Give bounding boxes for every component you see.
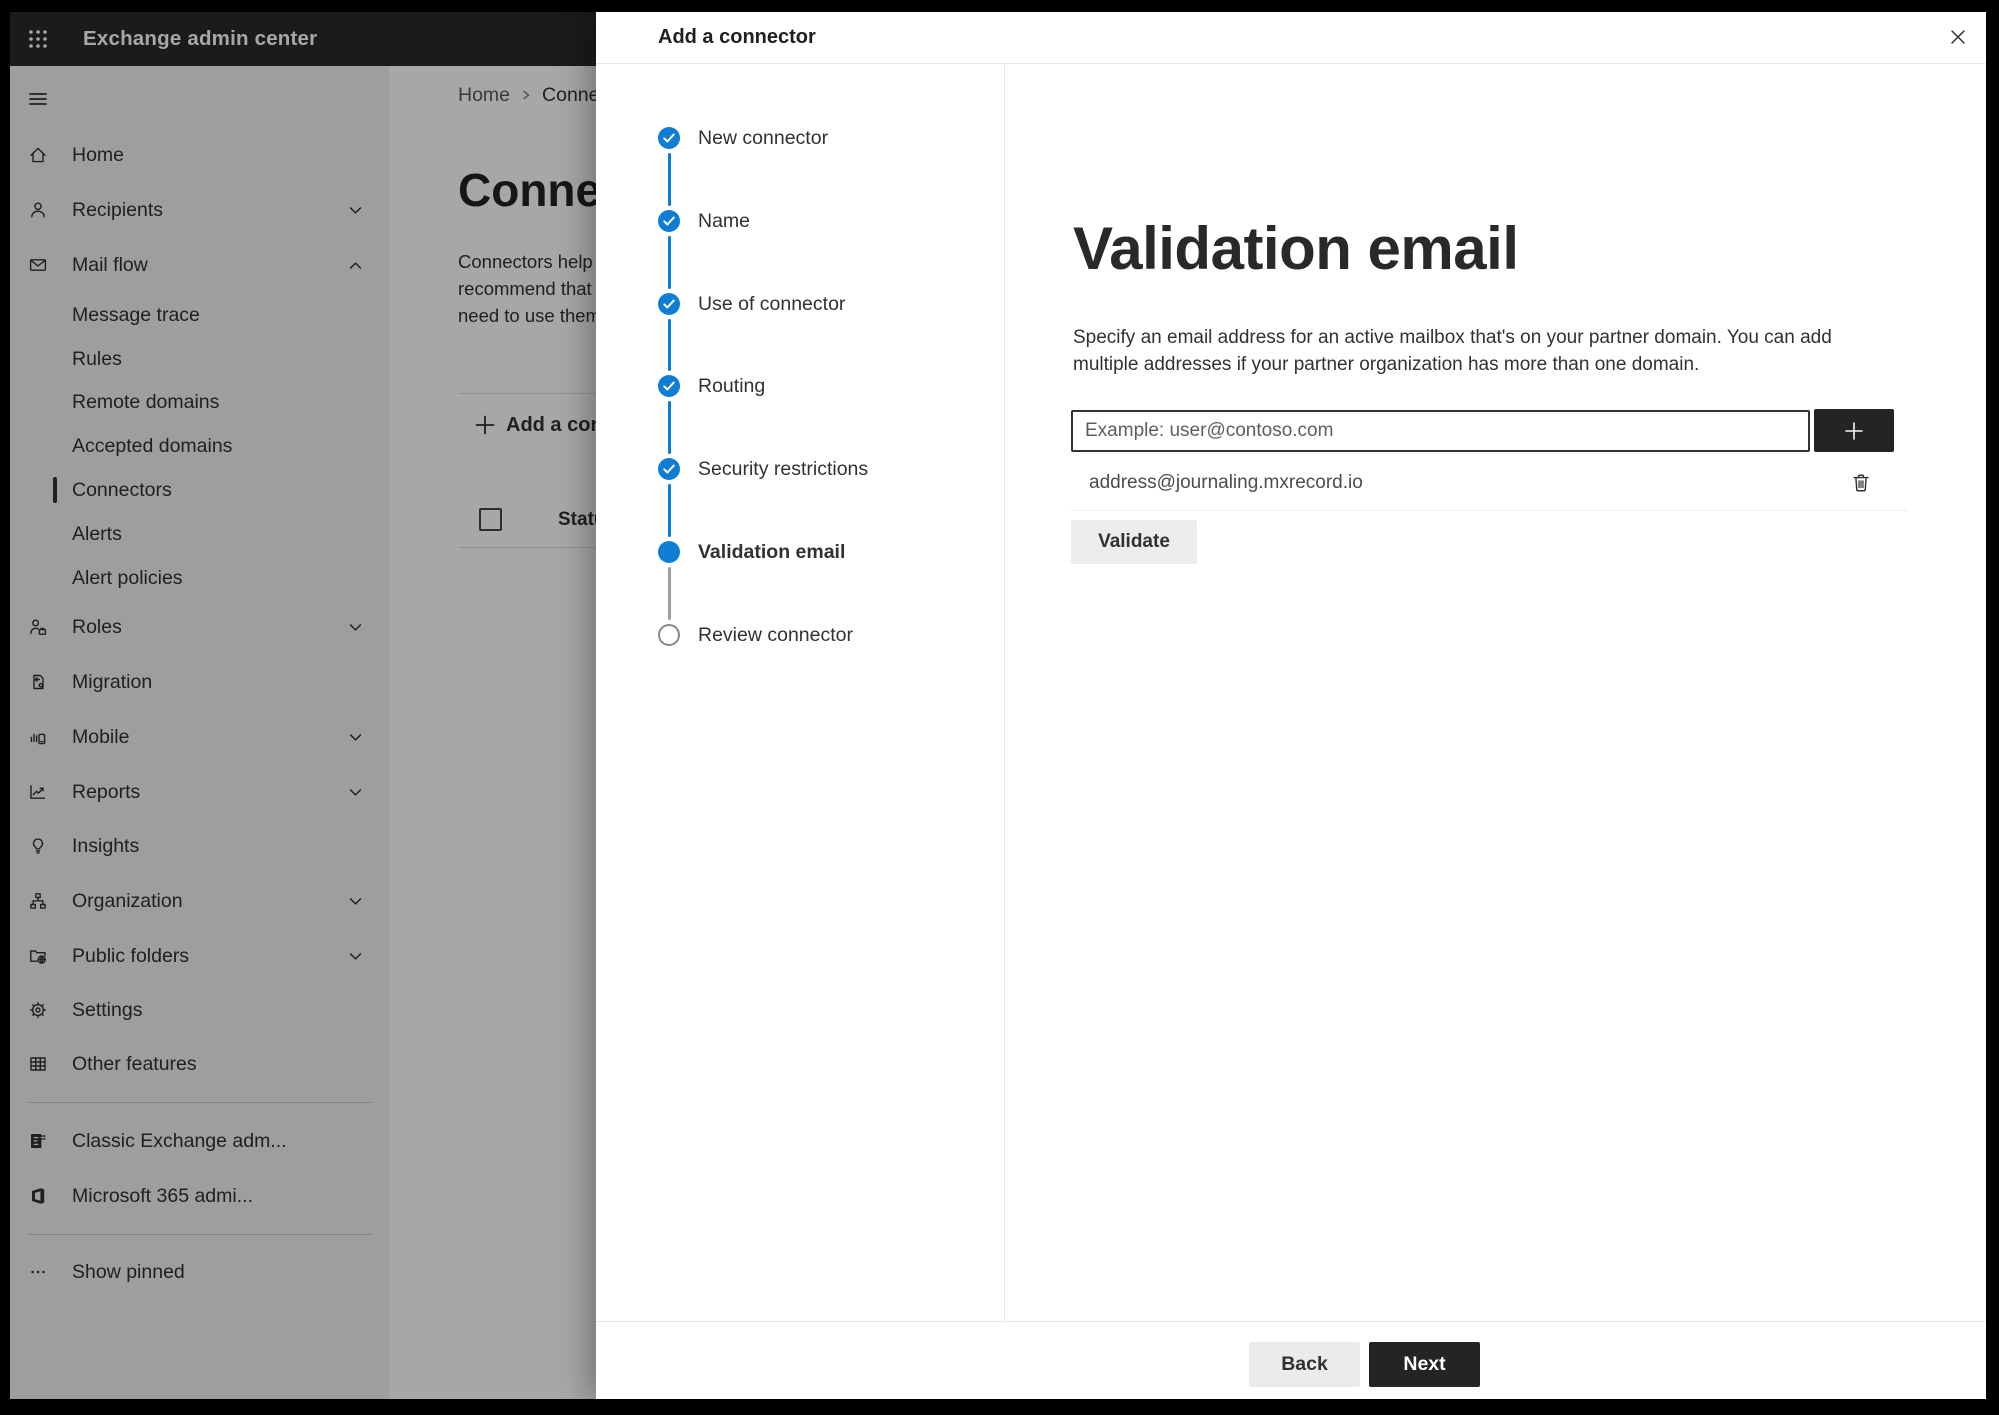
wizard-step-new-connector[interactable]: New connector bbox=[698, 124, 828, 152]
step-connector-line bbox=[667, 567, 671, 620]
step-description: Specify an email address for an active m… bbox=[1073, 324, 1832, 378]
wizard-step-content: Validation email Specify an email addres… bbox=[1005, 64, 1986, 1322]
plus-icon bbox=[1843, 420, 1865, 442]
step-circle-completed[interactable] bbox=[658, 375, 680, 397]
step-connector-line bbox=[667, 236, 671, 289]
modal-footer: Back Next bbox=[596, 1321, 1986, 1399]
step-circle-completed[interactable] bbox=[658, 458, 680, 480]
address-email: address@journaling.mxrecord.io bbox=[1089, 472, 1363, 493]
step-heading: Validation email bbox=[1073, 215, 1519, 283]
step-circle-upcoming[interactable] bbox=[658, 624, 680, 646]
modal-title: Add a connector bbox=[658, 26, 816, 48]
validate-button[interactable]: Validate bbox=[1071, 520, 1197, 564]
step-circle-completed[interactable] bbox=[658, 293, 680, 315]
step-connector-line bbox=[667, 319, 671, 371]
step-circle-completed[interactable] bbox=[658, 127, 680, 149]
step-connector-line bbox=[667, 401, 671, 454]
wizard-steps: New connector Name Use of connector Routing… bbox=[596, 64, 1005, 1322]
step-circle-completed[interactable] bbox=[658, 210, 680, 232]
step-connector-line bbox=[667, 153, 671, 206]
description-line: multiple addresses if your partner organ… bbox=[1073, 354, 1700, 375]
screen: Exchange admin center Home Recipients Mail… bbox=[10, 12, 1986, 1399]
email-input[interactable] bbox=[1071, 410, 1810, 452]
screen-frame: Exchange admin center Home Recipients Mail… bbox=[0, 0, 1999, 1415]
wizard-step-validation-email[interactable]: Validation email bbox=[698, 538, 845, 566]
wizard-step-use-of-connector[interactable]: Use of connector bbox=[698, 290, 845, 318]
trash-icon[interactable] bbox=[1849, 471, 1873, 495]
close-icon[interactable] bbox=[1946, 25, 1970, 49]
modal-header: Add a connector bbox=[596, 12, 1986, 64]
divider bbox=[1071, 510, 1908, 511]
add-email-button[interactable] bbox=[1814, 409, 1894, 452]
wizard-step-routing[interactable]: Routing bbox=[698, 372, 765, 400]
add-connector-modal: Add a connector New connector Name Use of … bbox=[596, 12, 1986, 1399]
step-connector-line bbox=[667, 484, 671, 537]
wizard-step-review-connector[interactable]: Review connector bbox=[698, 621, 853, 649]
step-circle-current[interactable] bbox=[658, 541, 680, 563]
address-row: address@journaling.mxrecord.io bbox=[1071, 464, 1908, 502]
next-button[interactable]: Next bbox=[1369, 1342, 1480, 1387]
wizard-step-security-restrictions[interactable]: Security restrictions bbox=[698, 455, 868, 483]
description-line: Specify an email address for an active m… bbox=[1073, 327, 1832, 348]
wizard-step-name[interactable]: Name bbox=[698, 207, 750, 235]
back-button[interactable]: Back bbox=[1249, 1342, 1360, 1387]
